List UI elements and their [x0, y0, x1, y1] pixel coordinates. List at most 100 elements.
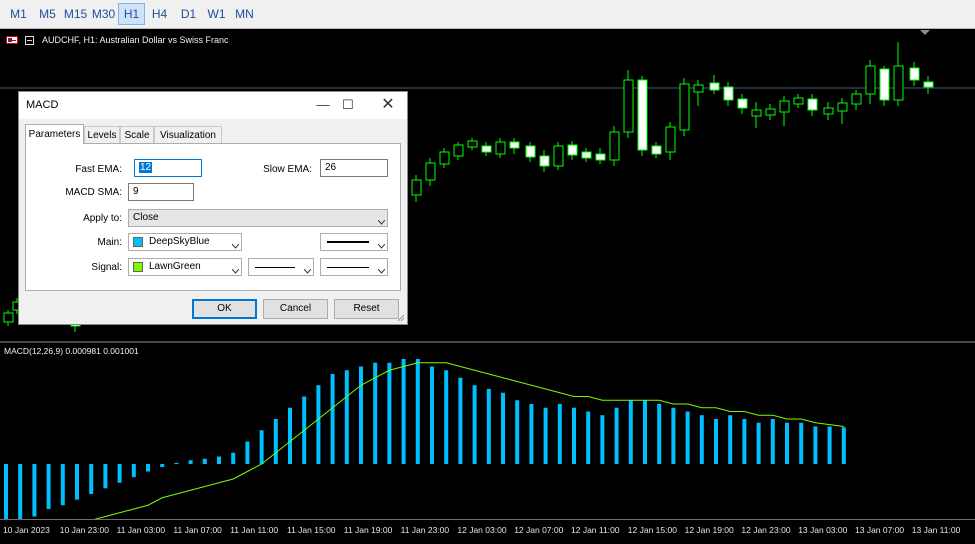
chart-shift-marker	[920, 30, 930, 35]
maximize-icon: ☐	[342, 97, 354, 112]
candle-body	[765, 108, 776, 116]
candle-body	[923, 81, 934, 88]
macd-sma-input[interactable]: 9	[128, 183, 194, 201]
apply-to-select[interactable]: Close	[128, 209, 388, 227]
macd-histogram-bar	[217, 456, 221, 464]
main-width-select[interactable]	[320, 233, 388, 251]
time-axis-label: 13 Jan 03:00	[798, 525, 848, 535]
candle-body	[693, 84, 704, 93]
signal-width-select[interactable]	[320, 258, 388, 276]
candle-body	[567, 144, 578, 156]
macd-histogram-bar	[444, 370, 449, 464]
candle-body	[539, 155, 550, 167]
macd-histogram-bar	[515, 400, 520, 464]
time-axis-label: 12 Jan 15:00	[627, 525, 677, 535]
candle-body	[837, 102, 848, 112]
fast-ema-value: 12	[139, 162, 153, 173]
macd-histogram-bar	[486, 389, 491, 464]
timeframe-w1-button[interactable]: W1	[203, 3, 230, 25]
time-axis-label: 13 Jan 11:00	[911, 525, 961, 535]
macd-sma-label: MACD SMA:	[65, 187, 122, 198]
timeframe-toolbar: M1 M5 M15 M30 H1 H4 D1 W1 MN	[0, 0, 975, 29]
macd-histogram-bar	[572, 407, 576, 464]
candle-body	[909, 67, 920, 81]
macd-indicator-label: MACD(12,26,9) 0.000981 0.001001	[4, 346, 139, 356]
timeframe-m15-button[interactable]: M15	[62, 3, 89, 25]
signal-color-select[interactable]: LawnGreen	[128, 258, 242, 276]
macd-histogram-bar	[742, 419, 747, 464]
candle-body	[665, 126, 676, 153]
time-axis-label: 11 Jan 07:00	[173, 525, 222, 535]
reset-button[interactable]: Reset	[334, 299, 399, 319]
signal-color-swatch	[133, 262, 143, 272]
candle-body	[851, 93, 862, 105]
ok-button[interactable]: OK	[192, 299, 257, 319]
dialog-titlebar[interactable]: MACD — ☐ ✕	[19, 92, 407, 119]
macd-subwindow[interactable]: MACD(12,26,9) 0.000981 0.001001	[0, 343, 975, 519]
macd-histogram-bar	[600, 415, 605, 464]
timeframe-m5-button[interactable]: M5	[34, 3, 61, 25]
macd-histogram-bar	[188, 460, 193, 464]
tab-levels[interactable]: Levels	[84, 126, 120, 143]
candle-body	[581, 151, 592, 159]
tab-parameters[interactable]: Parameters	[25, 124, 84, 144]
line-width-preview	[327, 267, 369, 268]
candle-body	[779, 100, 790, 113]
macd-histogram-bar	[89, 464, 94, 494]
macd-histogram-bar	[770, 419, 775, 464]
chevron-down-icon	[377, 215, 386, 225]
macd-histogram-bar	[231, 452, 236, 464]
tab-scale[interactable]: Scale	[120, 126, 154, 143]
time-axis-label: 12 Jan 07:00	[514, 525, 564, 535]
candle-body	[793, 97, 804, 105]
main-color-select[interactable]: DeepSkyBlue	[128, 233, 242, 251]
main-color-swatch	[133, 237, 143, 247]
line-width-preview	[327, 241, 369, 243]
macd-histogram-bar	[813, 426, 818, 464]
macd-histogram-bar	[430, 366, 434, 464]
candle-body	[679, 83, 690, 131]
apply-to-label: Apply to:	[83, 213, 122, 224]
macd-histogram-bar	[557, 404, 562, 464]
macd-dialog: MACD — ☐ ✕ Parameters Levels Scale Visua…	[18, 91, 408, 325]
time-axis-label: 12 Jan 23:00	[741, 525, 791, 535]
macd-histogram-bar	[46, 464, 51, 509]
chart-window-icon	[25, 36, 34, 45]
time-axis-label: 11 Jan 03:00	[116, 525, 166, 535]
candle-body	[865, 65, 876, 95]
cancel-button[interactable]: Cancel	[263, 299, 328, 319]
candle-body	[807, 98, 818, 111]
time-axis-label: 11 Jan 11:00	[230, 525, 279, 535]
macd-histogram-bar	[643, 400, 647, 464]
macd-histogram-bar	[103, 464, 108, 489]
minimize-icon[interactable]: —	[312, 96, 334, 114]
tab-visualization[interactable]: Visualization	[154, 126, 222, 143]
timeframe-m1-button[interactable]: M1	[5, 3, 32, 25]
close-icon[interactable]: ✕	[377, 96, 399, 114]
timeframe-m30-button[interactable]: M30	[90, 3, 117, 25]
candle-body	[737, 98, 748, 109]
macd-histogram-bar	[359, 366, 363, 464]
signal-style-select[interactable]	[248, 258, 314, 276]
slow-ema-label: Slow EMA:	[263, 164, 312, 175]
candle-body	[453, 144, 464, 157]
macd-histogram-bar	[685, 411, 690, 464]
timeframe-d1-button[interactable]: D1	[175, 3, 202, 25]
time-axis-label: 12 Jan 03:00	[457, 525, 507, 535]
timeframe-h4-button[interactable]: H4	[146, 3, 173, 25]
time-axis-label: 10 Jan 2023	[3, 525, 50, 535]
timeframe-mn-button[interactable]: MN	[231, 3, 258, 25]
candle-body	[509, 141, 520, 149]
macd-histogram-bar	[174, 462, 179, 464]
candle-body	[595, 153, 606, 161]
timeframe-h1-button[interactable]: H1	[118, 3, 145, 25]
macd-histogram-bar	[785, 422, 789, 464]
resize-grip-icon[interactable]	[397, 314, 405, 322]
macd-histogram-bar	[501, 392, 505, 464]
macd-histogram-bar	[387, 362, 392, 464]
slow-ema-input[interactable]: 26	[320, 159, 388, 177]
time-axis-label: 13 Jan 07:00	[855, 525, 905, 535]
macd-histogram-bar	[344, 370, 349, 464]
macd-histogram-bar	[245, 441, 250, 464]
fast-ema-input[interactable]: 12	[134, 159, 202, 177]
